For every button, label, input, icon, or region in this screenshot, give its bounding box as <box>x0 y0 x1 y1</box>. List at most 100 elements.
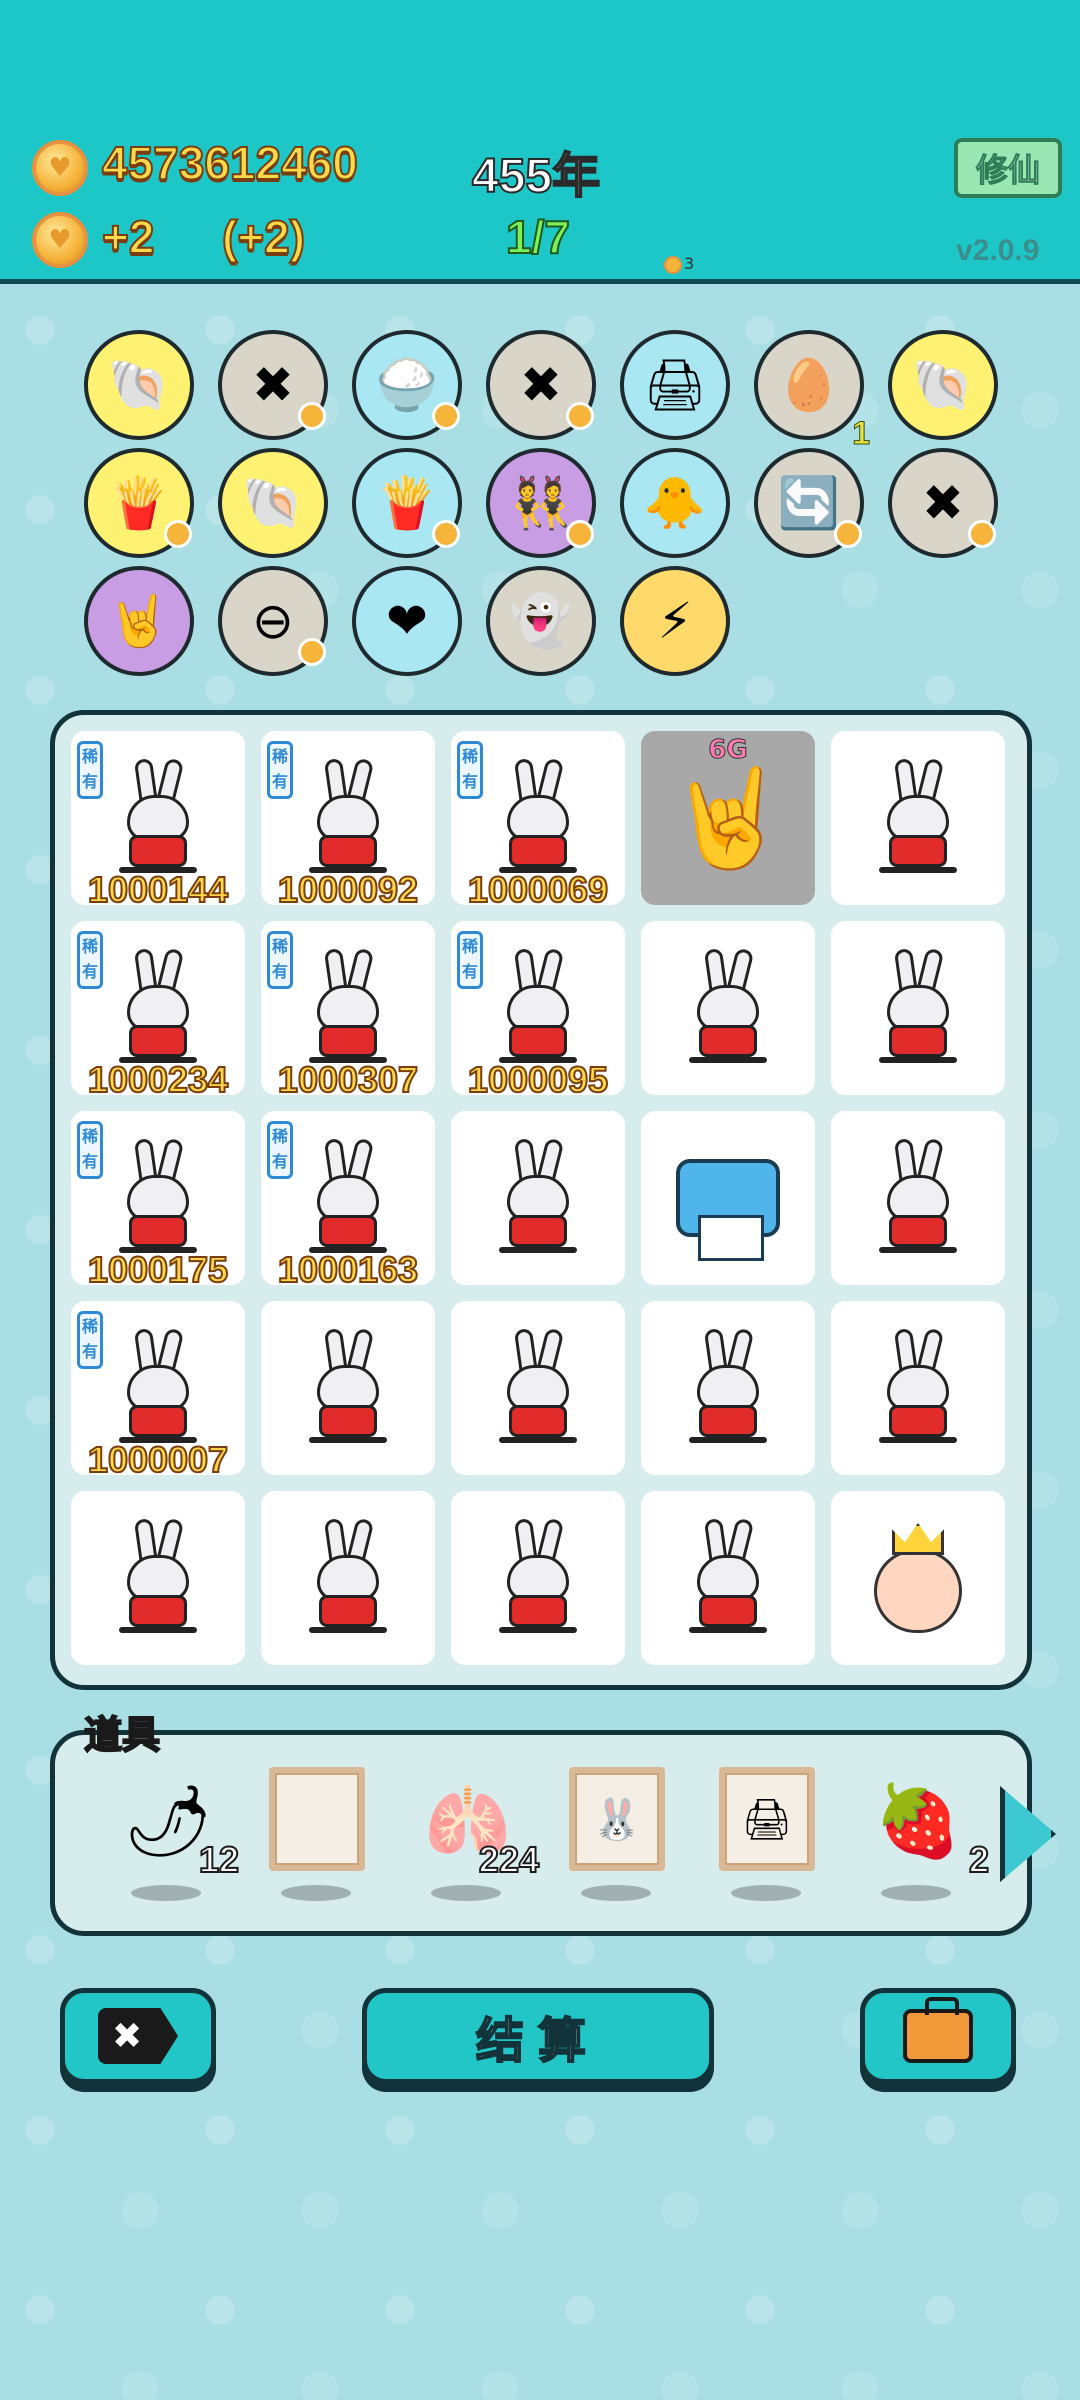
prop-item[interactable]: 🖨 <box>713 1761 823 1901</box>
coin-income-icon <box>32 212 88 268</box>
relic-shell-icon[interactable]: 🐚 <box>84 330 194 440</box>
coin-badge-icon <box>968 520 996 548</box>
relic-fries-icon[interactable]: 🍟 <box>84 448 194 558</box>
relic-cancel-tag-icon[interactable]: ✖ <box>486 330 596 440</box>
grid-cell[interactable]: 稀有 1000007 <box>71 1301 245 1481</box>
coin-badge-icon <box>566 402 594 430</box>
grid-cell[interactable] <box>831 1491 1005 1665</box>
rabbit-icon <box>303 1137 393 1257</box>
rabbit-icon <box>873 1327 963 1447</box>
rabbit-icon <box>493 1517 583 1637</box>
grid-cell[interactable]: 稀有 1000234 <box>71 921 245 1101</box>
relic-rice-bowl-icon[interactable]: 🍚 <box>352 330 462 440</box>
grid-cell[interactable] <box>451 1301 625 1475</box>
grid-cell[interactable] <box>261 1491 435 1665</box>
rock-hand-icon: 🤘 <box>668 761 788 874</box>
prop-item[interactable]: 🌶 12 <box>113 1761 240 1901</box>
cell-value: 1000307 <box>277 1058 419 1101</box>
prop-item[interactable]: 🐰 <box>563 1761 673 1901</box>
grid-cell[interactable] <box>451 1491 625 1665</box>
prop-item[interactable] <box>263 1761 373 1901</box>
remove-symbol-button[interactable]: ✖ <box>60 1988 216 2084</box>
rabbit-icon <box>493 1137 583 1257</box>
strawberry-icon: 🍓 <box>874 1779 962 1862</box>
grid-cell[interactable] <box>71 1491 245 1665</box>
rare-badge: 稀有 <box>77 931 103 989</box>
grid-cell[interactable] <box>641 1111 815 1285</box>
rare-badge: 稀有 <box>77 741 103 799</box>
grid-cell[interactable] <box>451 1111 625 1285</box>
rabbit-icon <box>113 947 203 1067</box>
rabbit-icon <box>113 1137 203 1257</box>
printer-icon <box>676 1159 780 1261</box>
coin-badge-icon <box>164 520 192 548</box>
coin-badge-icon <box>834 520 862 548</box>
cell-value: 1000069 <box>467 868 609 911</box>
relic-cancel-tag-icon[interactable]: ✖ <box>218 330 328 440</box>
relic-shell-icon[interactable]: 🐚 <box>218 448 328 558</box>
grid-cell[interactable] <box>641 921 815 1095</box>
grid-cell[interactable] <box>641 1301 815 1475</box>
spin-progress: 1/7 <box>505 210 571 264</box>
rabbit-icon <box>113 1327 203 1447</box>
coin-badge-icon <box>298 402 326 430</box>
coin-income-bonus: (+2) <box>221 210 306 264</box>
rabbit-icon <box>873 947 963 1067</box>
relic-egg-tray-icon[interactable]: 🥚 1 <box>754 330 870 452</box>
relic-ghost-icon[interactable]: 👻 <box>486 566 596 676</box>
cancel-tag-icon: ✖ <box>520 356 562 414</box>
rabbit-icon <box>493 947 583 1067</box>
coin-badge-icon <box>566 520 594 548</box>
grid-cell[interactable]: 稀有 1000069 <box>451 731 625 911</box>
version-label: v2.0.9 <box>956 234 1040 267</box>
top-status-bar: 4573612460 +2 (+2) 455年 1/7 3 修仙 v2.0.9 <box>0 0 1080 284</box>
grid-cell[interactable]: 稀有 1000163 <box>261 1111 435 1291</box>
prop-item[interactable]: 🍓 2 <box>863 1761 990 1901</box>
rabbit-icon <box>303 1327 393 1447</box>
grid-cell[interactable]: 稀有 1000175 <box>71 1111 245 1291</box>
grid-cell[interactable] <box>261 1301 435 1475</box>
grid-cell[interactable]: 稀有 1000092 <box>261 731 435 911</box>
relic-shell-icon[interactable]: 🐚 <box>888 330 998 440</box>
settle-button[interactable]: 结算 <box>362 1988 714 2084</box>
grid-cell[interactable]: 6G 🤘 <box>641 731 815 905</box>
grid-cell[interactable]: 稀有 1000144 <box>71 731 245 911</box>
ghost-icon: 👻 <box>509 591 573 650</box>
grid-cell[interactable] <box>831 921 1005 1095</box>
egg-tray-icon: 🥚 <box>777 355 841 414</box>
prop-item[interactable]: 🫁 224 <box>413 1761 540 1901</box>
rare-badge: 稀有 <box>267 931 293 989</box>
relic-printer-icon[interactable]: 🖨 <box>620 330 730 440</box>
grid-cell[interactable] <box>831 1301 1005 1475</box>
grid-cell[interactable]: 稀有 1000095 <box>451 921 625 1101</box>
rabbit-icon <box>683 1327 773 1447</box>
relic-heart-fan-icon[interactable]: ❤ <box>352 566 462 676</box>
rabbit-icon <box>683 1517 773 1637</box>
grid-cell[interactable] <box>831 731 1005 905</box>
inventory-button[interactable] <box>860 1988 1016 2084</box>
rabbit-icon <box>113 757 203 877</box>
fries-icon: 🍟 <box>375 473 439 532</box>
relic-rock-hand-icon[interactable]: 🤘 <box>84 566 194 676</box>
tiny-coin-icon <box>664 256 682 274</box>
relic-count: 1 <box>852 415 871 452</box>
grid-cell[interactable]: 稀有 1000307 <box>261 921 435 1101</box>
props-tray: 🌶 12 🫁 224 🐰 🖨 🍓 2 <box>50 1730 1032 1936</box>
relic-refresh-icon[interactable]: 🔄 <box>754 448 864 558</box>
grid-cell[interactable] <box>641 1491 815 1665</box>
relic-chick-egg-icon[interactable]: 🐥 <box>620 448 730 558</box>
xiuxian-button[interactable]: 修仙 <box>954 138 1062 198</box>
refresh-icon: 🔄 <box>777 473 841 532</box>
grid-cell[interactable] <box>831 1111 1005 1285</box>
cell-value: 1000234 <box>87 1058 229 1101</box>
relic-lightning-icon[interactable]: ⚡ <box>620 566 730 676</box>
rare-badge: 稀有 <box>457 931 483 989</box>
relic-twins-icon[interactable]: 👯 <box>486 448 596 558</box>
relic-fries-icon[interactable]: 🍟 <box>352 448 462 558</box>
relic-minus-circle-icon[interactable]: ⊖ <box>218 566 328 676</box>
cell-value: 1000007 <box>87 1438 229 1481</box>
tiny-coin-value: 3 <box>684 254 695 273</box>
rare-badge: 稀有 <box>77 1121 103 1179</box>
prop-quantity: 2 <box>968 1838 990 1881</box>
relic-cancel-tag-icon[interactable]: ✖ <box>888 448 998 558</box>
